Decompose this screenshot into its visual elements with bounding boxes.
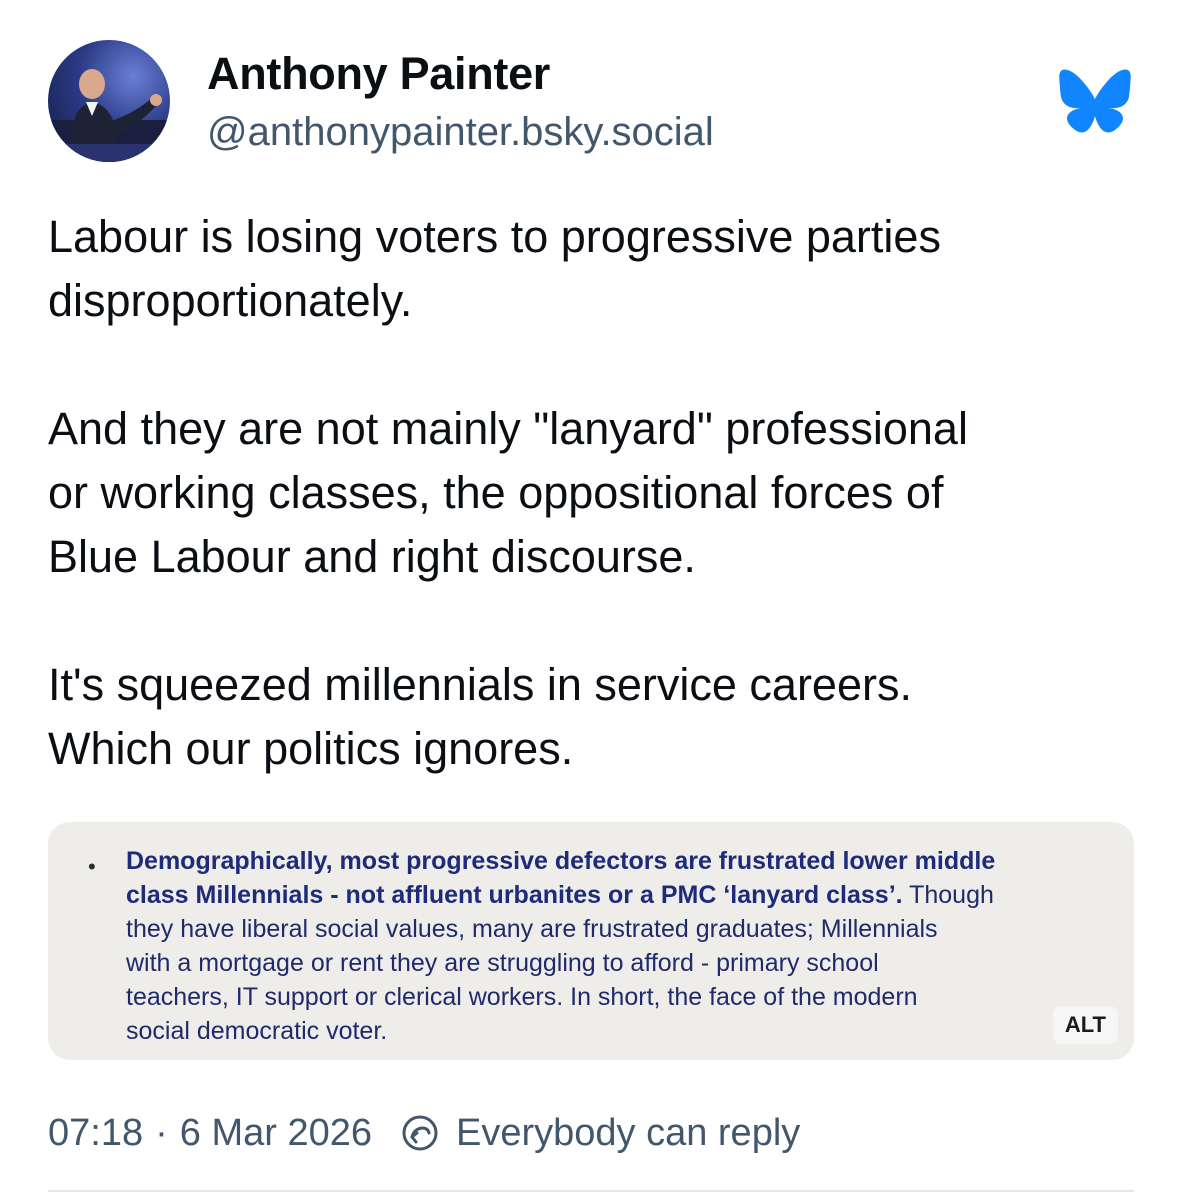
embed-line: they have liberal social values, many ar… <box>126 912 1116 946</box>
avatar[interactable] <box>48 40 170 162</box>
post-date[interactable]: 6 Mar 2026 <box>180 1112 372 1155</box>
embed-normal-text: social democratic voter. <box>126 1017 388 1045</box>
post-line: Labour is losing voters to progressive p… <box>48 211 941 262</box>
reply-setting-label[interactable]: Everybody can reply <box>456 1112 800 1155</box>
post-paragraph: It's squeezed millennials in service car… <box>48 653 1148 781</box>
embed-normal-text: Though <box>902 881 994 909</box>
meta-separator: · <box>155 1111 168 1154</box>
post-paragraph: And they are not mainly "lanyard" profes… <box>48 397 1148 589</box>
embed-bold-text: class Millennials - not affluent urbanit… <box>126 881 903 909</box>
post-line: It's squeezed millennials in service car… <box>48 659 912 710</box>
post-line: And they are not mainly "lanyard" profes… <box>48 403 968 454</box>
embed-bold-text: Demographically, most progressive defect… <box>126 847 996 875</box>
post-line: or working classes, the oppositional for… <box>48 467 944 518</box>
alt-text-button[interactable]: ALT <box>1052 1006 1118 1044</box>
embed-text: Demographically, most progressive defect… <box>126 844 1116 1048</box>
post-time[interactable]: 07:18 <box>48 1112 143 1155</box>
post-line: disproportionately. <box>48 275 413 326</box>
reply-permission-icon <box>402 1115 438 1151</box>
embed-line: Demographically, most progressive defect… <box>126 844 1116 878</box>
post-line: Which our politics ignores. <box>48 723 574 774</box>
image-embed[interactable]: • Demographically, most progressive defe… <box>48 822 1134 1060</box>
embed-line: class Millennials - not affluent urbanit… <box>126 878 1116 912</box>
embed-line: teachers, IT support or clerical workers… <box>126 980 1116 1014</box>
post-line: Blue Labour and right discourse. <box>48 531 696 582</box>
author-display-name[interactable]: Anthony Painter <box>207 48 550 100</box>
avatar-photo <box>48 69 170 162</box>
divider <box>48 1190 1134 1192</box>
embed-bullet: • <box>88 854 96 879</box>
embed-normal-text: they have liberal social values, many ar… <box>126 915 938 943</box>
embed-normal-text: teachers, IT support or clerical workers… <box>126 983 918 1011</box>
embed-line: with a mortgage or rent they are struggl… <box>126 946 1116 980</box>
embed-line: social democratic voter. <box>126 1014 1116 1048</box>
embed-normal-text: with a mortgage or rent they are struggl… <box>126 949 879 977</box>
post-card: Anthony Painter @anthonypainter.bsky.soc… <box>0 0 1182 1200</box>
post-meta: 07:18 · 6 Mar 2026 Everybody can reply <box>48 1108 800 1158</box>
author-handle[interactable]: @anthonypainter.bsky.social <box>207 110 714 155</box>
post-paragraph: Labour is losing voters to progressive p… <box>48 205 1148 333</box>
bluesky-butterfly-icon[interactable] <box>1058 68 1132 134</box>
post-text: Labour is losing voters to progressive p… <box>48 205 1148 845</box>
